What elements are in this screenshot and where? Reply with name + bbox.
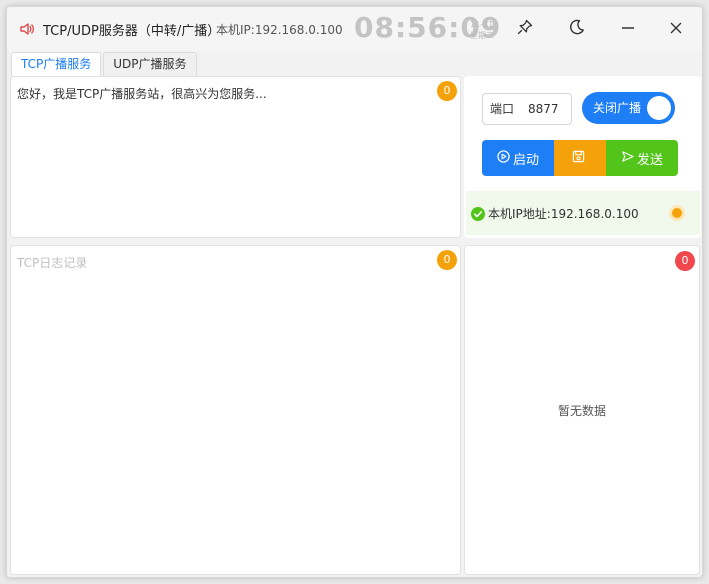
send-icon [621,150,637,167]
start-button[interactable]: 启动 [482,140,554,176]
log-count-badge: 0 [437,250,457,270]
client-count-badge: 0 [675,251,695,271]
moon-icon [568,18,586,40]
pin-icon [516,18,534,40]
minimize-icon [621,20,635,39]
save-icon [572,150,588,167]
port-label: 端口 [490,102,515,116]
service-tabs: TCP广播服务 UDP广播服务 [11,52,199,76]
ip-status-bar: 本机IP地址:192.168.0.100 [466,191,700,235]
send-button-label: 发送 [636,152,663,168]
title-bar: TCP/UDP服务器（中转/广播） 本机IP:192.168.0.100 08:… [7,7,702,51]
speaker-icon [19,21,35,37]
date-display: 11-11 星期二 [470,19,494,41]
check-circle-icon [471,206,485,225]
ip-status-text: 本机IP地址:192.168.0.100 [488,207,639,221]
client-list-panel: 0 暂无数据 [464,245,700,575]
close-button[interactable] [656,15,696,43]
port-field[interactable]: 端口 8877 [482,93,572,125]
port-value[interactable]: 8877 [528,102,559,116]
pin-button[interactable] [505,15,545,43]
broadcast-toggle[interactable]: 关闭广播 [582,92,675,124]
host-ip-label: 本机IP:192.168.0.100 [216,23,343,37]
empty-state-text: 暂无数据 [557,404,606,418]
tab-udp-broadcast[interactable]: UDP广播服务 [103,52,197,76]
theme-toggle-button[interactable] [557,15,597,43]
broadcast-toggle-label: 关闭广播 [593,101,642,115]
weekday-text: 星期二 [470,31,494,40]
minimize-button[interactable] [608,15,648,43]
message-input-panel[interactable]: 您好，我是TCP广播服务站，很高兴为您服务... 0 [10,76,461,238]
app-window: TCP/UDP服务器（中转/广播） 本机IP:192.168.0.100 08:… [6,6,703,578]
tcp-log-placeholder: TCP日志记录 [17,256,88,270]
message-count-badge: 0 [437,81,457,101]
save-button[interactable] [554,140,606,176]
app-title: TCP/UDP服务器（中转/广播） [43,24,221,39]
tab-tcp-broadcast[interactable]: TCP广播服务 [11,52,102,76]
play-circle-icon [497,149,513,167]
toggle-knob [647,96,671,120]
date-text: 11-11 [470,20,494,29]
broadcast-message-text[interactable]: 您好，我是TCP广播服务站，很高兴为您服务... [17,85,267,102]
send-button[interactable]: 发送 [606,140,678,176]
tcp-log-panel[interactable]: TCP日志记录 0 [10,245,461,575]
status-dot-icon [669,205,685,221]
close-icon [669,20,683,39]
action-buttons: 启动 发送 [482,140,678,176]
start-button-label: 启动 [512,152,539,168]
